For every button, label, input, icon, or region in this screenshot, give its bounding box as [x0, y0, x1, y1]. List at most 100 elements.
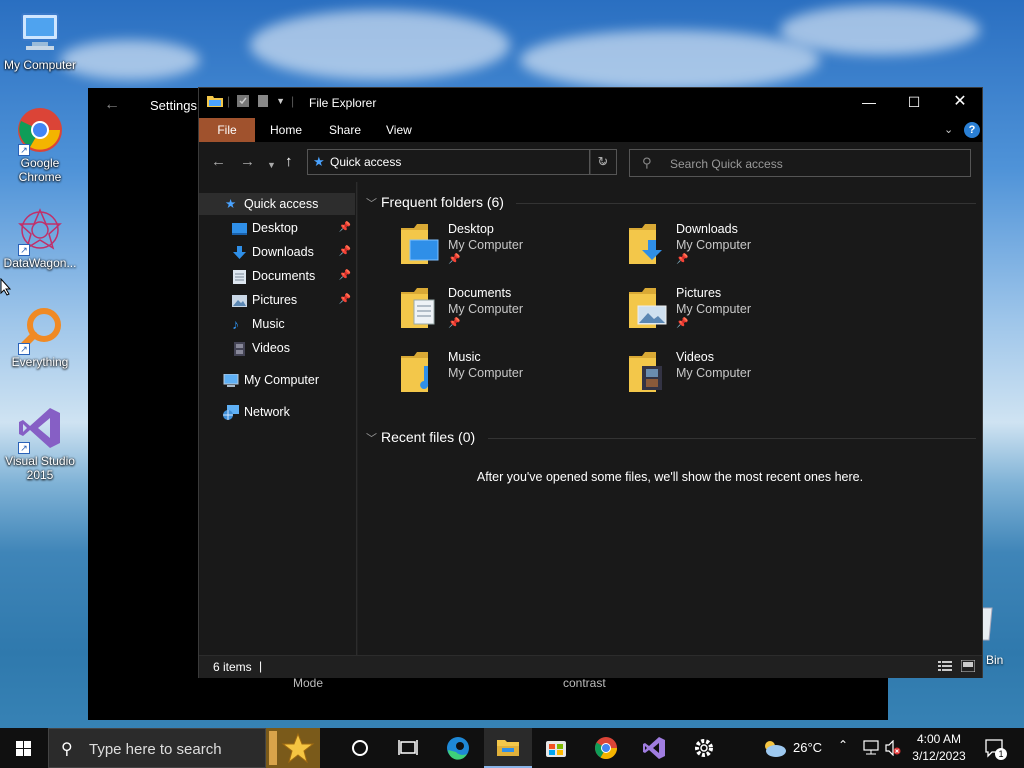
cortana-button[interactable]	[336, 728, 384, 768]
recycle-bin-label: Bin	[986, 653, 1004, 667]
cloud	[60, 40, 200, 80]
desktop-icon-datawagon[interactable]: ↗ DataWagon...	[0, 206, 80, 270]
back-button[interactable]: ←	[211, 152, 226, 172]
address-text: Quick access	[330, 155, 402, 169]
up-button[interactable]: ↑	[285, 152, 293, 172]
frequent-folders-header[interactable]: ﹀ Frequent folders (6)	[366, 194, 504, 211]
item-count: 6 items	[213, 660, 252, 674]
search-highlight-image[interactable]	[266, 728, 320, 768]
taskbar-search-box[interactable]: ⚲ Type here to search	[48, 728, 266, 768]
music-note-icon: ♪	[232, 316, 239, 332]
weather-widget[interactable]: 26°C	[758, 728, 828, 768]
clock[interactable]: 4:00 AM 3/12/2023	[900, 731, 978, 765]
windows-logo-icon	[16, 741, 31, 756]
folder-icon	[207, 94, 223, 108]
properties-icon[interactable]	[236, 94, 250, 108]
desktop-icon-google-chrome[interactable]: ↗ Google Chrome	[0, 106, 80, 184]
task-view-icon	[398, 740, 418, 755]
show-hidden-icons-chevron[interactable]: ⌃	[838, 738, 854, 758]
title-bar[interactable]: | ▼ | File Explorer — ☐ ✕	[199, 88, 982, 118]
shortcut-arrow-icon: ↗	[18, 343, 30, 355]
document-icon	[232, 269, 247, 284]
network-status-icon[interactable]	[862, 728, 880, 768]
nav-label: Desktop	[252, 221, 298, 235]
start-button[interactable]	[0, 728, 48, 768]
pin-icon: 📌	[338, 222, 351, 233]
expand-ribbon-icon[interactable]: ⌄	[944, 123, 953, 136]
back-arrow-icon[interactable]: ←	[104, 96, 120, 114]
folder-name: Music	[448, 350, 481, 364]
forward-button[interactable]: →	[240, 152, 255, 172]
tab-file[interactable]: File	[199, 118, 255, 142]
notification-center-button[interactable]: 1	[980, 728, 1012, 768]
folder-tile-pictures[interactable]: Pictures My Computer 📌	[628, 286, 848, 342]
group-title: Frequent folders (6)	[381, 194, 504, 210]
pictures-icon	[232, 293, 247, 307]
group-title: Recent files (0)	[381, 429, 476, 445]
refresh-button[interactable]: ↻	[589, 149, 617, 175]
cloud	[520, 30, 820, 90]
pin-icon: 📌	[448, 254, 461, 265]
nav-quick-access[interactable]: ★ Quick access	[199, 193, 355, 215]
nav-desktop[interactable]: Desktop 📌	[199, 217, 355, 239]
nav-documents[interactable]: Documents 📌	[199, 265, 355, 287]
maximize-button[interactable]: ☐	[891, 88, 937, 118]
tab-share[interactable]: Share	[315, 118, 375, 142]
close-button[interactable]: ✕	[937, 88, 983, 118]
folder-tile-desktop[interactable]: Desktop My Computer 📌	[400, 222, 620, 278]
desktop-icon	[232, 221, 247, 235]
taskbar-chrome[interactable]	[582, 728, 630, 768]
address-bar[interactable]: ★ Quick access ⌄	[307, 149, 617, 175]
minimize-button[interactable]: —	[846, 88, 892, 118]
ribbon-tabs: File Home Share View ⌄ ?	[199, 118, 982, 142]
chrome-icon: ↗	[16, 106, 64, 156]
settings-mode-label: Mode	[293, 676, 324, 690]
folder-tile-music[interactable]: Music My Computer	[400, 350, 620, 406]
customize-toolbar-icon[interactable]: ▼	[276, 96, 285, 106]
nav-videos[interactable]: Videos	[199, 337, 355, 359]
search-box[interactable]: ⚲ Search Quick access	[629, 149, 971, 177]
taskbar-edge[interactable]	[434, 728, 482, 768]
computer-icon	[16, 8, 64, 56]
desktop-icon-everything[interactable]: ↗ Everything	[0, 305, 80, 369]
folder-tile-documents[interactable]: Documents My Computer 📌	[400, 286, 620, 342]
computer-icon	[223, 373, 239, 387]
nav-music[interactable]: ♪ Music	[199, 313, 355, 335]
recent-files-header[interactable]: ﹀ Recent files (0)	[366, 429, 475, 446]
nav-pictures[interactable]: Pictures 📌	[199, 289, 355, 311]
folder-name: Desktop	[448, 222, 494, 236]
navigation-pane: ★ Quick access Desktop 📌 Downloads 📌 Doc…	[199, 182, 357, 655]
tab-view[interactable]: View	[372, 118, 426, 142]
nav-my-computer[interactable]: My Computer	[199, 369, 355, 391]
recent-locations-icon[interactable]: ▼	[267, 155, 276, 175]
help-icon[interactable]: ?	[964, 122, 980, 138]
taskbar-settings[interactable]	[680, 728, 728, 768]
cortana-circle-icon	[352, 740, 368, 756]
search-icon: ⚲	[642, 155, 652, 170]
folder-location: My Computer	[448, 238, 524, 252]
taskbar: ⚲ Type here to search 26°C ⌃ 4:00 AM 3/1…	[0, 728, 1024, 768]
taskbar-file-explorer[interactable]	[484, 728, 532, 768]
collapse-chevron-icon: ﹀	[366, 198, 377, 210]
folder-location: My Computer	[676, 238, 752, 252]
nav-network[interactable]: Network	[199, 401, 355, 423]
desktop-icon-my-computer[interactable]: My Computer	[0, 8, 80, 72]
large-icons-view-icon[interactable]	[960, 659, 977, 674]
folder-tile-videos[interactable]: Videos My Computer	[628, 350, 848, 406]
desktop-icon-visual-studio[interactable]: ↗ Visual Studio 2015	[0, 404, 80, 482]
folder-documents-icon	[400, 286, 440, 330]
task-view-button[interactable]	[384, 728, 432, 768]
pin-icon: 📌	[676, 254, 689, 265]
new-folder-icon[interactable]	[256, 94, 270, 108]
video-film-icon	[232, 341, 247, 356]
taskbar-store[interactable]	[532, 728, 580, 768]
nav-downloads[interactable]: Downloads 📌	[199, 241, 355, 263]
nav-label: Pictures	[252, 293, 298, 307]
desktop-icon-label: Visual Studio 2015	[5, 454, 75, 482]
toolbar-divider: |	[227, 94, 231, 108]
folder-tile-downloads[interactable]: Downloads My Computer 📌	[628, 222, 848, 278]
tab-home[interactable]: Home	[256, 118, 316, 142]
details-view-icon[interactable]	[938, 660, 954, 674]
status-bar: 6 items |	[199, 655, 982, 678]
taskbar-visual-studio[interactable]	[630, 728, 678, 768]
